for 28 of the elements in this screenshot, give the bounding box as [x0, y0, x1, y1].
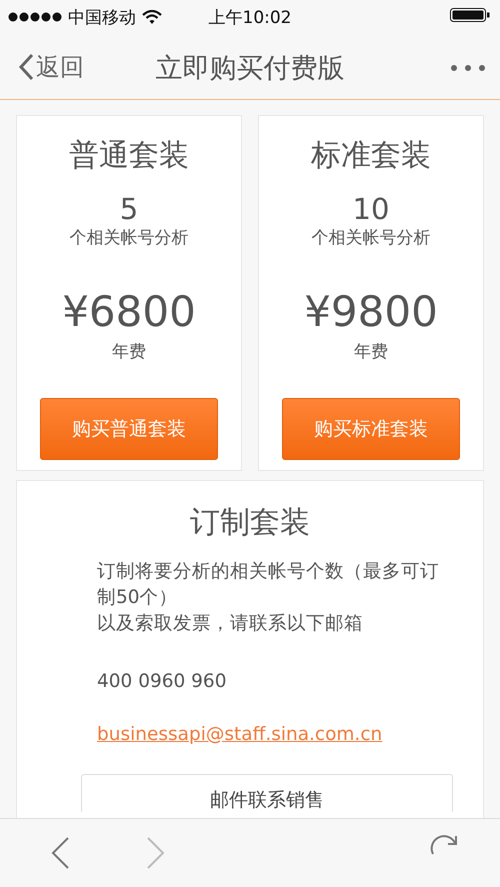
price-note: 年费: [354, 341, 388, 364]
wifi-icon: [142, 10, 162, 24]
plan-price: ¥9800: [304, 286, 438, 338]
account-count: 10: [352, 192, 390, 226]
email-sales-button[interactable]: 邮件联系销售: [81, 774, 453, 812]
count-label: 个相关帐号分析: [70, 227, 188, 250]
description-text: 以及索取发票，请联系以下邮箱: [97, 612, 364, 636]
count-label: 个相关帐号分析: [312, 227, 430, 250]
description-text: 订制将要分析的相关帐号个数（最多可订制50个）: [97, 560, 440, 610]
plan-title: 标准套装: [311, 137, 431, 175]
price-note: 年费: [112, 341, 146, 364]
more-icon[interactable]: [450, 64, 486, 72]
custom-plan-title: 订制套装: [190, 504, 310, 542]
buy-button[interactable]: 购买普通套装: [40, 398, 218, 460]
chevron-icon: [18, 52, 34, 80]
signal-icon: [8, 12, 62, 22]
buy-button[interactable]: 购买标准套装: [282, 398, 460, 460]
clock-time: 上午10:02: [208, 8, 292, 28]
email-link[interactable]: businessapi@staff.sina.com.cn: [97, 722, 382, 748]
phone-number: 400 0960 960: [97, 670, 228, 694]
back-button[interactable]: 返回: [18, 50, 84, 82]
carrier-name: 中国移动: [68, 6, 136, 28]
back-arrow-button[interactable]: [50, 836, 70, 870]
account-count: 5: [120, 192, 138, 226]
plan-title: 普通套装: [69, 137, 189, 175]
battery-icon: [450, 8, 490, 22]
page-title: 立即购买付费版: [156, 53, 344, 84]
plan-price: ¥6800: [62, 286, 196, 338]
